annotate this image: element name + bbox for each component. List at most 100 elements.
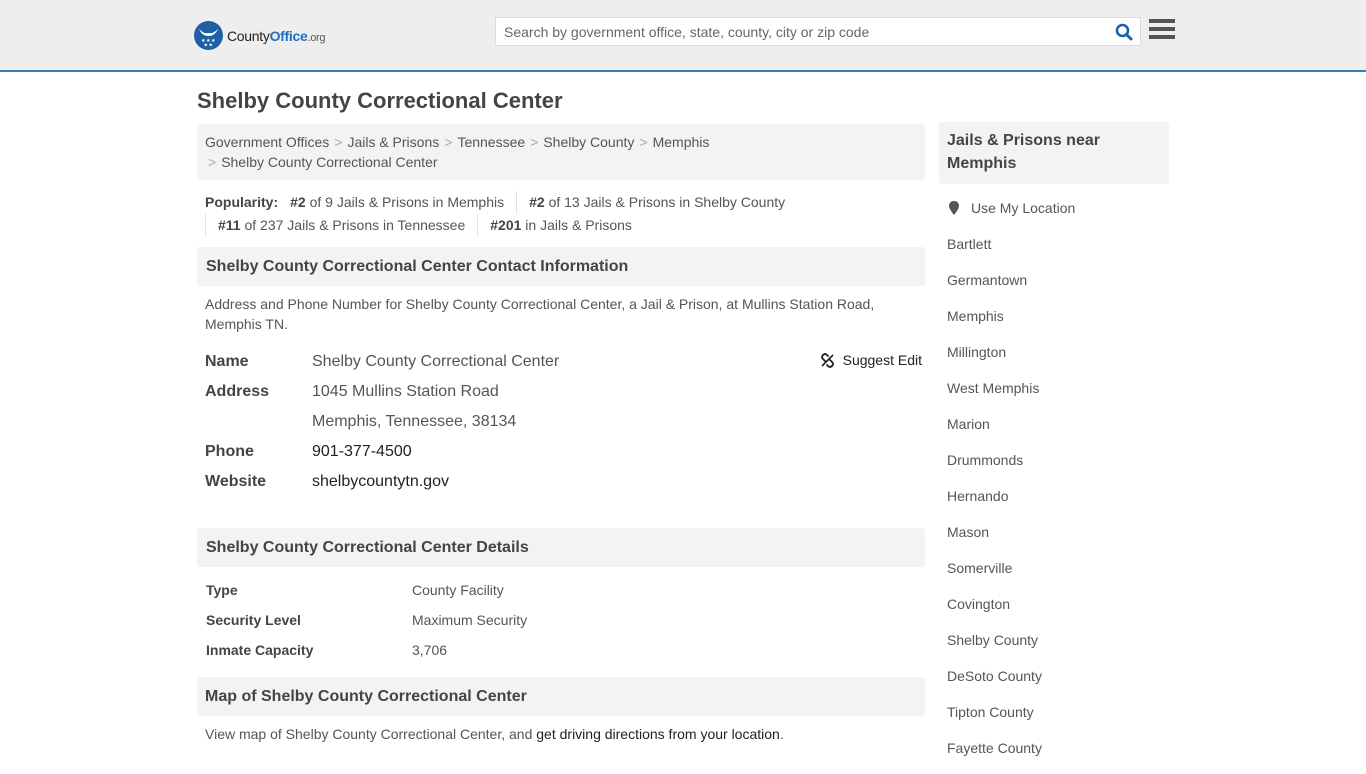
nearby-link-fayette-county[interactable]: Fayette County <box>947 740 1042 756</box>
breadcrumb-separator: > <box>444 134 453 150</box>
nearby-link-germantown[interactable]: Germantown <box>947 272 1027 288</box>
nearby-link-mason[interactable]: Mason <box>947 524 989 540</box>
nearby-link-item: Fayette County <box>947 738 1169 774</box>
nearby-link-item: Drummonds <box>947 450 1169 486</box>
contact-row-address2: Memphis, Tennessee, 38134 <box>205 407 925 437</box>
nearby-link-item: DeSoto County <box>947 666 1169 702</box>
breadcrumb-government-offices[interactable]: Government Offices <box>205 134 329 150</box>
nearby-link-memphis[interactable]: Memphis <box>947 308 1004 324</box>
nearby-link-item: Covington <box>947 594 1169 630</box>
logo-text: CountyOffice.org <box>227 27 326 44</box>
popularity-label: Popularity: <box>205 194 279 210</box>
security-level-label: Security Level <box>206 612 301 628</box>
search-bar <box>495 17 1141 46</box>
menu-icon-bar <box>1149 27 1175 31</box>
details-row: Security Level Maximum Security <box>206 605 925 635</box>
suggest-edit-button[interactable]: Suggest Edit <box>820 352 922 368</box>
map-pin-icon <box>949 201 959 215</box>
breadcrumb-jails-prisons[interactable]: Jails & Prisons <box>347 134 439 150</box>
breadcrumb-separator: > <box>530 134 539 150</box>
main-content: Government Offices > Jails & Prisons > Tenne… <box>197 124 925 744</box>
breadcrumb-current: Shelby County Correctional Center <box>221 154 438 170</box>
nearby-link-item: Marion <box>947 414 1169 450</box>
nearby-link-bartlett[interactable]: Bartlett <box>947 236 991 252</box>
nearby-link-item: Bartlett <box>947 234 1169 270</box>
type-value: County Facility <box>412 582 504 598</box>
page-title: Shelby County Correctional Center <box>197 88 563 113</box>
nearby-link-item: Shelby County <box>947 630 1169 666</box>
phone-label: Phone <box>205 443 254 460</box>
search-icon <box>1115 23 1133 40</box>
website-label: Website <box>205 473 267 490</box>
hamburger-menu-button[interactable] <box>1149 19 1175 43</box>
breadcrumb-separator: > <box>334 134 343 150</box>
breadcrumb: Government Offices > Jails & Prisons > Tenne… <box>197 124 925 180</box>
nearby-link-covington[interactable]: Covington <box>947 596 1010 612</box>
nearby-link-shelby-county[interactable]: Shelby County <box>947 632 1038 648</box>
nearby-list: Use My Location Bartlett Germantown Memp… <box>939 198 1169 774</box>
sidebar-header: Jails & Prisons near Memphis <box>939 122 1169 184</box>
nearby-link-item: Hernando <box>947 486 1169 522</box>
contact-row-phone: Phone 901-377-4500 <box>205 437 925 467</box>
details-row: Inmate Capacity 3,706 <box>206 635 925 665</box>
site-header: ★ ★ ★ ★ ★ CountyOffice.org <box>0 0 1366 72</box>
suggest-edit-link[interactable]: Suggest Edit <box>843 352 922 368</box>
phone-link[interactable]: 901-377-4500 <box>312 443 412 460</box>
popularity-rank-county: #2 of 13 Jails & Prisons in Shelby Count… <box>516 191 797 214</box>
website-link[interactable]: shelbycountytn.gov <box>312 473 449 490</box>
contact-description: Address and Phone Number for Shelby Coun… <box>205 296 875 332</box>
details-table: Type County Facility Security Level Maxi… <box>197 575 925 665</box>
breadcrumb-shelby-county[interactable]: Shelby County <box>543 134 634 150</box>
contact-info-table: Suggest Edit Name Shelby County Correcti… <box>197 347 925 497</box>
menu-icon-bar <box>1149 35 1175 39</box>
breadcrumb-tennessee[interactable]: Tennessee <box>457 134 525 150</box>
nearby-link-tipton-county[interactable]: Tipton County <box>947 704 1034 720</box>
popularity-rank-city: #2 of 9 Jails & Prisons in Memphis <box>290 194 505 210</box>
nearby-link-item: Mason <box>947 522 1169 558</box>
nearby-link-item: Millington <box>947 342 1169 378</box>
contact-row-website: Website shelbycountytn.gov <box>205 467 925 497</box>
use-my-location[interactable]: Use My Location <box>947 198 1169 234</box>
nearby-link-item: Memphis <box>947 306 1169 342</box>
contact-row-name: Name Shelby County Correctional Center <box>205 347 925 377</box>
svg-text:★: ★ <box>209 43 214 49</box>
nearby-link-item: Germantown <box>947 270 1169 306</box>
inmate-capacity-label: Inmate Capacity <box>206 642 314 658</box>
nearby-link-item: West Memphis <box>947 378 1169 414</box>
site-logo[interactable]: ★ ★ ★ ★ ★ CountyOffice.org <box>194 21 326 50</box>
use-my-location-link[interactable]: Use My Location <box>971 198 1075 218</box>
search-input[interactable] <box>496 18 1108 45</box>
nearby-link-marion[interactable]: Marion <box>947 416 990 432</box>
popularity: Popularity: #2 of 9 Jails & Prisons in M… <box>197 191 925 237</box>
eagle-logo-icon: ★ ★ ★ ★ ★ <box>194 21 223 50</box>
security-level-value: Maximum Security <box>412 612 528 628</box>
nearby-link-item: Somerville <box>947 558 1169 594</box>
map-section-header: Map of Shelby County Correctional Center <box>197 677 925 716</box>
popularity-rank-national: #201 in Jails & Prisons <box>477 214 644 237</box>
nearby-link-drummonds[interactable]: Drummonds <box>947 452 1023 468</box>
details-section-header: Shelby County Correctional Center Detail… <box>197 528 925 567</box>
search-button[interactable] <box>1108 18 1140 45</box>
driving-directions-link[interactable]: get driving directions from your locatio… <box>536 726 780 742</box>
nearby-link-item: Tipton County <box>947 702 1169 738</box>
nearby-link-millington[interactable]: Millington <box>947 344 1006 360</box>
nearby-link-desoto-county[interactable]: DeSoto County <box>947 668 1042 684</box>
nearby-link-somerville[interactable]: Somerville <box>947 560 1012 576</box>
details-row: Type County Facility <box>206 575 925 605</box>
address-line2: Memphis, Tennessee, 38134 <box>312 413 517 430</box>
broken-link-icon <box>820 352 834 368</box>
nearby-link-west-memphis[interactable]: West Memphis <box>947 380 1039 396</box>
menu-icon-bar <box>1149 19 1175 23</box>
sidebar: Jails & Prisons near Memphis Use My Loca… <box>939 122 1169 774</box>
nearby-link-hernando[interactable]: Hernando <box>947 488 1009 504</box>
breadcrumb-memphis[interactable]: Memphis <box>653 134 710 150</box>
popularity-rank-state: #11 of 237 Jails & Prisons in Tennessee <box>205 214 477 237</box>
breadcrumb-separator: > <box>208 154 217 170</box>
contact-row-address: Address 1045 Mullins Station Road <box>205 377 925 407</box>
breadcrumb-separator: > <box>639 134 648 150</box>
address-line1: 1045 Mullins Station Road <box>312 383 499 400</box>
type-label: Type <box>206 582 238 598</box>
contact-section-header: Shelby County Correctional Center Contac… <box>197 247 925 286</box>
name-label: Name <box>205 353 249 370</box>
inmate-capacity-value: 3,706 <box>412 642 448 658</box>
